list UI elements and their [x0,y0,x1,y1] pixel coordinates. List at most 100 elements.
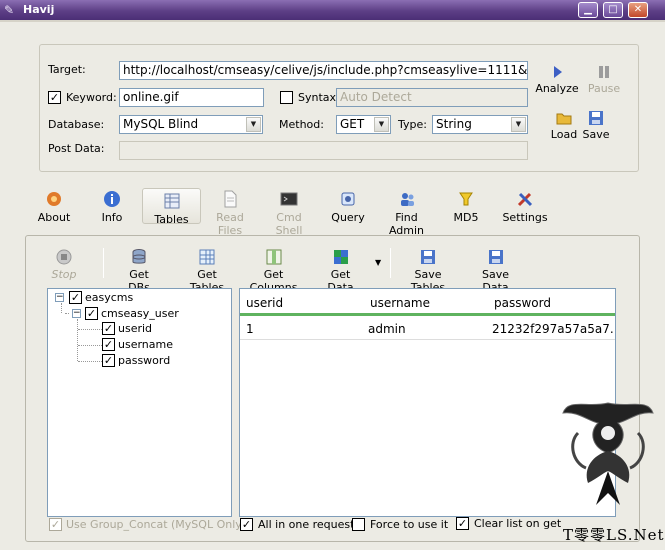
type-label: Type: [398,118,427,131]
tab-query[interactable]: Query [331,190,365,230]
group-concat-checkbox[interactable]: ✓ [49,518,62,531]
syntax-checkbox[interactable] [280,91,293,104]
keyword-checkbox[interactable]: ✓ [48,91,61,104]
all-in-one-label: All in one request. [258,518,358,531]
stop-icon [56,249,72,265]
window-title: Havij [23,3,55,16]
data-icon [333,250,348,264]
table-cell: 21232f297a57a5a7... [492,322,616,336]
postdata-input[interactable] [119,141,528,160]
tree-line [78,329,102,330]
tree-line [77,319,78,361]
tree-node-column[interactable]: userid [118,322,152,335]
maximize-button[interactable]: □ [603,2,623,18]
about-icon [47,192,61,206]
tab-find-admin-label: Find Admin [388,211,425,237]
tab-about[interactable]: About [36,190,72,230]
all-in-one-checkbox[interactable]: ✓ [240,518,253,531]
analyze-label: Analyze [535,82,579,95]
floppy-disk-icon [488,250,503,264]
database-select[interactable]: MySQL Blind ▼ [119,115,263,134]
tables-icon [164,193,179,209]
tab-info[interactable]: Info [97,190,127,230]
tree-line [61,303,62,313]
save-button[interactable]: Save [581,110,611,141]
settings-icon [517,192,533,207]
save-label: Save [582,128,610,141]
folder-icon [556,113,572,125]
type-select-value: String [436,117,472,131]
keyword-label: Keyword: [66,91,117,104]
watermark-text: T零零LS.Net [563,526,665,544]
tree-checkbox-column[interactable]: ✓ [102,338,115,351]
tab-md5[interactable]: MD5 [452,190,480,230]
tab-read-files-label: Read Files [216,211,244,237]
floppy-disk-icon [421,250,435,264]
force-checkbox[interactable] [352,518,365,531]
pause-button[interactable]: Pause [584,64,624,95]
stop-label: Stop [51,268,77,281]
analyze-button[interactable]: Analyze [535,64,579,95]
stop-button[interactable]: Stop [48,248,80,281]
tab-read-files[interactable]: Read Files [203,190,257,237]
tab-settings[interactable]: Settings [502,190,548,230]
tab-tables[interactable]: Tables [142,188,201,226]
schema-tree[interactable]: − ✓ easycms − ✓ cmseasy_user ✓ userid ✓ … [47,288,232,517]
read-files-icon [224,190,237,208]
tab-cmd-shell[interactable]: Cmd Shell [264,190,314,237]
tab-about-label: About [37,211,71,224]
column-header[interactable]: password [494,296,551,310]
app-icon: ✎ [4,3,15,17]
toolbar-separator [103,248,104,278]
tree-checkbox-column[interactable]: ✓ [102,354,115,367]
chevron-down-icon: ▼ [511,117,526,132]
find-admin-icon [400,193,414,206]
expand-toggle-icon[interactable]: − [72,309,81,318]
tree-checkbox-db[interactable]: ✓ [69,291,82,304]
table-cell: 1 [246,322,254,336]
dragon-emblem-icon [562,402,654,505]
load-button[interactable]: Load [549,110,579,141]
keyword-input[interactable]: online.gif [119,88,264,107]
tab-cmd-shell-label: Cmd Shell [275,211,303,237]
tree-node-table[interactable]: cmseasy_user [101,307,179,320]
tree-line [78,361,102,362]
force-label: Force to use it [370,518,449,531]
tree-node-column[interactable]: password [118,354,170,367]
tree-node-db[interactable]: easycms [85,291,133,304]
expand-toggle-icon[interactable]: − [55,293,64,302]
query-icon [341,192,355,206]
target-input[interactable]: http://localhost/cmseasy/celive/js/inclu… [119,61,528,80]
floppy-disk-icon [589,111,603,125]
grid-header: userid username password [240,289,615,316]
type-select[interactable]: String ▼ [432,115,528,134]
get-data-dropdown-icon[interactable]: ▼ [375,258,381,267]
syntax-input[interactable]: Auto Detect [336,88,528,107]
clear-list-label: Clear list on get [474,517,562,530]
minimize-button[interactable]: ▁ [578,2,598,18]
toolbar-separator [390,248,391,278]
tab-settings-label: Settings [502,211,548,224]
method-select-value: GET [340,117,365,131]
havij-window: ✎ Havij ▁ □ ✕ Target: http://localhost/c… [0,0,665,550]
tree-checkbox-column[interactable]: ✓ [102,322,115,335]
table-row[interactable]: 1 admin 21232f297a57a5a7... [240,319,615,340]
postdata-label: Post Data: [48,142,105,155]
title-bar[interactable]: ✎ Havij ▁ □ ✕ [0,0,665,20]
clear-list-checkbox[interactable]: ✓ [456,517,469,530]
group-concat-label: Use Group_Concat (MySQL Only) [66,518,247,531]
tree-node-column[interactable]: username [118,338,173,351]
column-header[interactable]: username [370,296,430,310]
method-label: Method: [279,118,324,131]
play-icon [554,66,562,78]
column-header[interactable]: userid [246,296,283,310]
title-separator [0,20,665,22]
tab-query-label: Query [331,211,365,224]
tab-find-admin[interactable]: Find Admin [378,190,435,237]
tree-checkbox-table[interactable]: ✓ [85,307,98,320]
pause-icon [599,66,609,78]
load-label: Load [550,128,578,141]
tab-tables-label: Tables [154,213,189,226]
method-select[interactable]: GET ▼ [336,115,391,134]
close-button[interactable]: ✕ [628,2,648,18]
